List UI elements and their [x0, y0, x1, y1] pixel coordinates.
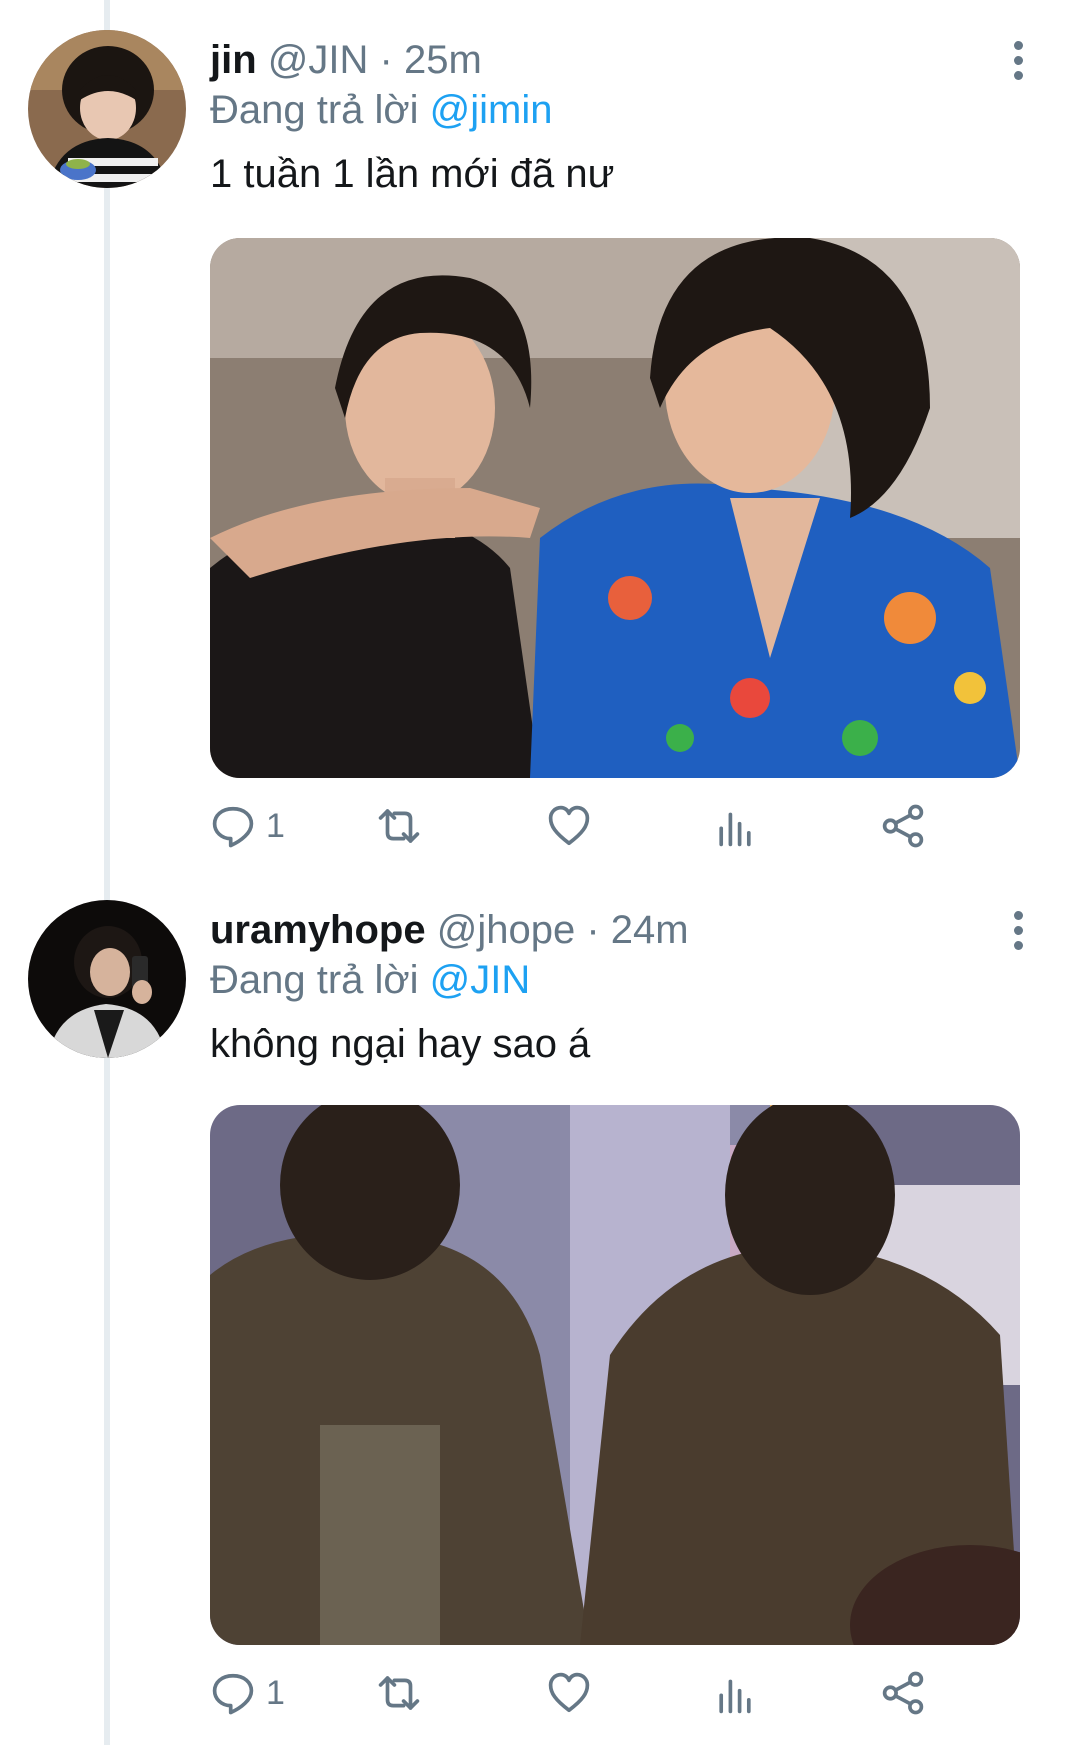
tweet-text: không ngại hay sao á — [210, 1022, 591, 1066]
tweet-text: 1 tuần 1 lần mới đã nư — [210, 152, 615, 196]
share-button[interactable] — [880, 1663, 926, 1723]
display-name[interactable]: uramyhope — [210, 908, 426, 952]
mention-link[interactable]: @JIN — [430, 958, 531, 1002]
like-icon — [548, 805, 590, 846]
tweet-header: uramyhope @jhope · 24m — [210, 906, 689, 954]
retweet-button[interactable] — [376, 796, 432, 856]
media-photo — [210, 1105, 1020, 1645]
analytics-icon — [719, 812, 751, 847]
user-handle[interactable]: @jhope — [437, 908, 575, 952]
media-photo — [210, 238, 1020, 778]
timestamp[interactable]: 24m — [611, 908, 689, 952]
like-icon — [548, 1672, 590, 1713]
reply-button[interactable]: 1 — [210, 796, 285, 856]
tweet-header: jin @JIN · 25m — [210, 36, 482, 84]
more-options-icon[interactable] — [1000, 906, 1036, 954]
more-options-icon[interactable] — [1000, 36, 1036, 84]
analytics-button[interactable] — [712, 1663, 758, 1723]
separator-dot: · — [379, 38, 393, 82]
reply-count: 1 — [266, 806, 285, 845]
reply-icon — [212, 1673, 254, 1715]
user-handle[interactable]: @JIN — [268, 38, 369, 82]
reply-icon — [212, 806, 254, 848]
avatar[interactable] — [28, 30, 186, 188]
reply-count: 1 — [266, 1673, 285, 1712]
replying-to-label: Đang trả lời — [210, 88, 419, 132]
like-button[interactable] — [546, 796, 602, 856]
tweet-actions: 1 — [210, 796, 1020, 856]
retweet-icon — [378, 809, 420, 843]
reply-button[interactable]: 1 — [210, 1663, 285, 1723]
replying-to-label: Đang trả lời — [210, 958, 419, 1002]
replying-to: Đang trả lời @JIN — [210, 956, 530, 1004]
tweet-media-image[interactable] — [210, 1105, 1020, 1645]
avatar-image — [28, 30, 186, 188]
like-button[interactable] — [546, 1663, 602, 1723]
mention-link[interactable]: @jimin — [430, 88, 553, 132]
share-icon — [882, 1671, 924, 1715]
tweet-media-image[interactable] — [210, 238, 1020, 778]
separator-dot: · — [586, 908, 600, 952]
share-button[interactable] — [880, 796, 926, 856]
replying-to: Đang trả lời @jimin — [210, 86, 553, 134]
thread-line — [104, 0, 110, 1745]
analytics-icon — [719, 1679, 751, 1714]
avatar-image — [28, 900, 186, 1058]
analytics-button[interactable] — [712, 796, 758, 856]
timestamp[interactable]: 25m — [404, 38, 482, 82]
retweet-button[interactable] — [376, 1663, 432, 1723]
tweet-actions: 1 — [210, 1663, 1020, 1723]
retweet-icon — [378, 1676, 420, 1710]
share-icon — [882, 804, 924, 848]
avatar[interactable] — [28, 900, 186, 1058]
display-name[interactable]: jin — [210, 38, 257, 82]
